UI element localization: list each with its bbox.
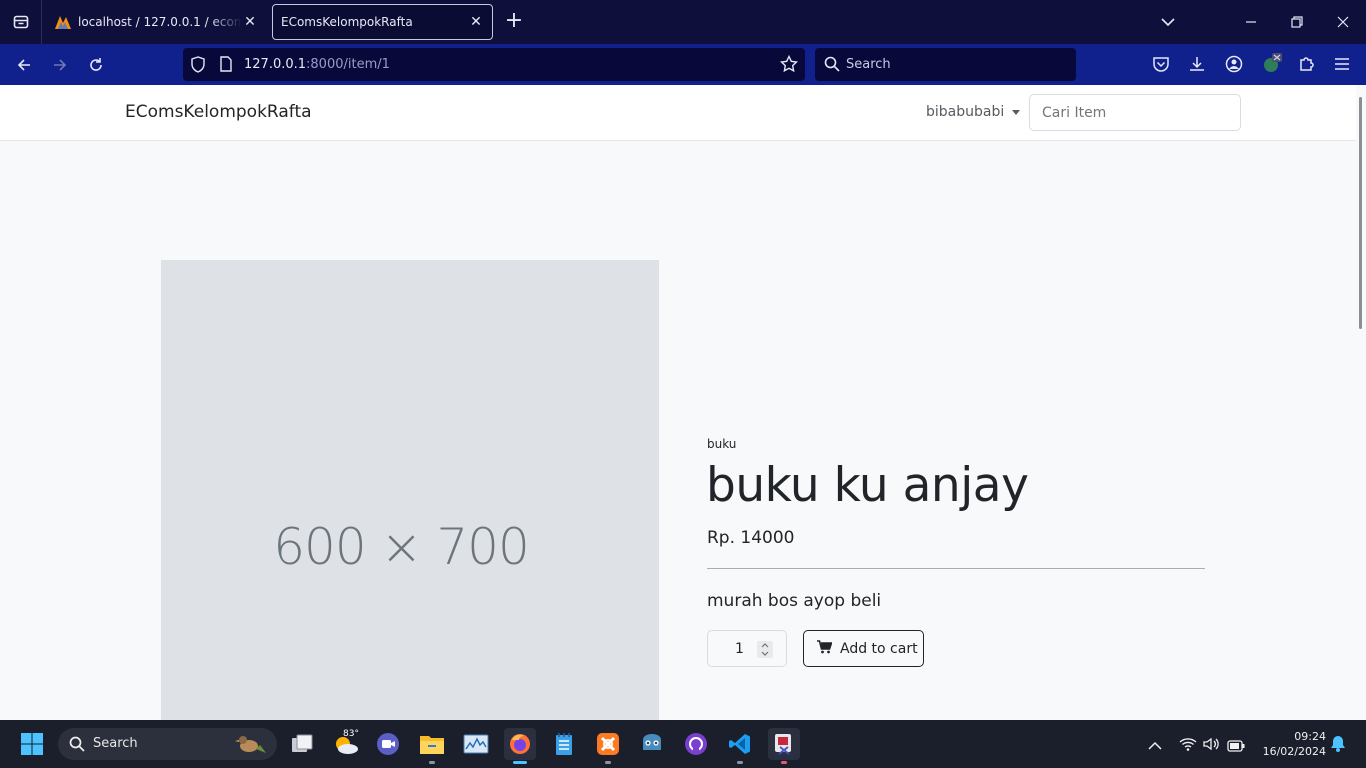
bird-decoration-icon — [234, 731, 268, 761]
cart-icon — [817, 639, 833, 658]
pocket-icon[interactable] — [1152, 56, 1170, 77]
system-clock[interactable]: 09:24 16/02/2024 — [1258, 729, 1326, 759]
tab-overflow-button[interactable] — [1145, 0, 1191, 44]
page-icon[interactable] — [219, 56, 233, 76]
search-icon — [824, 56, 840, 76]
user-name: bibabubabi — [926, 104, 1005, 120]
web-page: EComsKelompokRafta bibabubabi 600 × 700 … — [0, 85, 1366, 720]
tab-ecoms[interactable]: EComsKelompokRafta ✕ — [272, 4, 493, 40]
url-text: 127.0.0.1:8000/item/1 — [244, 57, 390, 72]
url-host: 127.0.0.1 — [244, 57, 307, 72]
xampp-icon[interactable] — [592, 728, 624, 764]
firefox-icon[interactable] — [504, 728, 536, 764]
clock-time: 09:24 — [1294, 730, 1326, 743]
site-brand[interactable]: EComsKelompokRafta — [125, 102, 312, 122]
reload-icon — [90, 58, 102, 71]
weather-temperature: 83° — [343, 729, 359, 739]
file-explorer-icon[interactable] — [416, 728, 448, 764]
chevron-down-icon — [1161, 18, 1175, 27]
volume-icon[interactable] — [1203, 736, 1219, 755]
tab-phpmyadmin[interactable]: localhost / 127.0.0.1 / ecoms / i ✕ — [46, 4, 266, 40]
product-title: buku ku anjay — [706, 458, 1029, 513]
close-window-button[interactable] — [1320, 0, 1366, 44]
add-to-cart-label: Add to cart — [840, 640, 918, 657]
phpmyadmin-icon — [54, 13, 72, 31]
tab-list-icon — [13, 15, 28, 29]
start-button[interactable] — [16, 728, 48, 760]
browser-search-field[interactable]: Search — [815, 48, 1076, 81]
close-icon — [1337, 16, 1349, 28]
user-dropdown[interactable]: bibabubabi — [926, 104, 1021, 120]
url-path: :8000/item/1 — [306, 57, 390, 72]
back-button[interactable] — [11, 52, 37, 78]
arrow-left-icon — [17, 59, 30, 71]
reload-button[interactable] — [83, 52, 109, 78]
tab-title: localhost / 127.0.0.1 / ecoms / i — [78, 15, 242, 29]
arrow-right-icon — [54, 59, 67, 71]
tab-list-button[interactable] — [0, 0, 42, 44]
taskbar-search-label: Search — [93, 736, 138, 751]
bookmark-star-icon[interactable] — [779, 54, 799, 77]
notepad-icon[interactable] — [548, 728, 580, 760]
spinner-arrows-icon[interactable] — [757, 641, 773, 658]
task-view-icon[interactable] — [286, 728, 318, 760]
running-indicator — [429, 761, 435, 764]
caret-down-icon — [1012, 109, 1021, 115]
account-icon[interactable] — [1225, 55, 1243, 77]
minimize-button[interactable] — [1228, 0, 1274, 44]
running-indicator — [737, 761, 743, 764]
restore-button[interactable] — [1274, 0, 1320, 44]
product-image: 600 × 700 — [161, 260, 659, 720]
product-description: murah bos ayop beli — [707, 591, 882, 611]
scrollbar-thumb[interactable] — [1359, 97, 1362, 329]
browser-tab-bar: localhost / 127.0.0.1 / ecoms / i ✕ ECom… — [0, 0, 1366, 44]
wifi-icon[interactable] — [1179, 736, 1197, 755]
quantity-stepper[interactable]: 1 — [707, 630, 787, 667]
running-indicator — [781, 761, 787, 764]
windows-taskbar: Search 09:24 16/02/2024 — [0, 720, 1366, 768]
add-to-cart-button[interactable]: Add to cart — [803, 630, 924, 667]
extension-badge-icon[interactable] — [1261, 53, 1283, 79]
shield-icon[interactable] — [190, 56, 206, 77]
quantity-value: 1 — [735, 641, 744, 657]
running-indicator — [605, 761, 611, 764]
product-category: buku — [707, 437, 737, 451]
taskbar-search[interactable]: Search — [58, 728, 277, 760]
product-price: Rp. 14000 — [707, 528, 795, 548]
extensions-puzzle-icon[interactable] — [1298, 55, 1316, 77]
forward-button[interactable] — [47, 52, 73, 78]
close-tab-icon[interactable]: ✕ — [468, 14, 484, 30]
download-icon[interactable] — [1188, 55, 1206, 77]
github-desktop-icon[interactable] — [680, 728, 712, 760]
site-navbar: EComsKelompokRafta bibabubabi — [0, 85, 1356, 141]
vscode-icon[interactable] — [724, 728, 756, 764]
search-placeholder: Search — [846, 57, 891, 72]
image-placeholder-text: 600 × 700 — [273, 518, 530, 576]
menu-icon[interactable] — [1334, 56, 1350, 75]
item-search-input[interactable] — [1029, 94, 1241, 131]
new-tab-button[interactable]: + — [502, 10, 526, 34]
restore-icon — [1291, 16, 1303, 28]
snipping-tool-icon[interactable] — [768, 728, 800, 764]
windows-logo-icon — [21, 733, 43, 755]
address-bar[interactable]: 127.0.0.1:8000/item/1 — [183, 48, 805, 81]
tab-title: EComsKelompokRafta — [281, 15, 413, 29]
chevron-up-icon[interactable] — [1148, 736, 1162, 755]
divider — [707, 568, 1205, 569]
meet-icon[interactable] — [372, 728, 404, 760]
close-tab-icon[interactable]: ✕ — [242, 14, 258, 30]
performance-monitor-icon[interactable] — [460, 728, 492, 760]
search-icon — [69, 736, 85, 756]
godot-icon[interactable] — [636, 728, 668, 760]
battery-icon[interactable] — [1227, 737, 1245, 756]
page-scrollbar[interactable] — [1356, 85, 1366, 720]
notification-bell-icon[interactable] — [1330, 734, 1346, 756]
active-indicator — [513, 761, 527, 764]
clock-date: 16/02/2024 — [1262, 745, 1326, 758]
minimize-icon — [1246, 21, 1256, 23]
